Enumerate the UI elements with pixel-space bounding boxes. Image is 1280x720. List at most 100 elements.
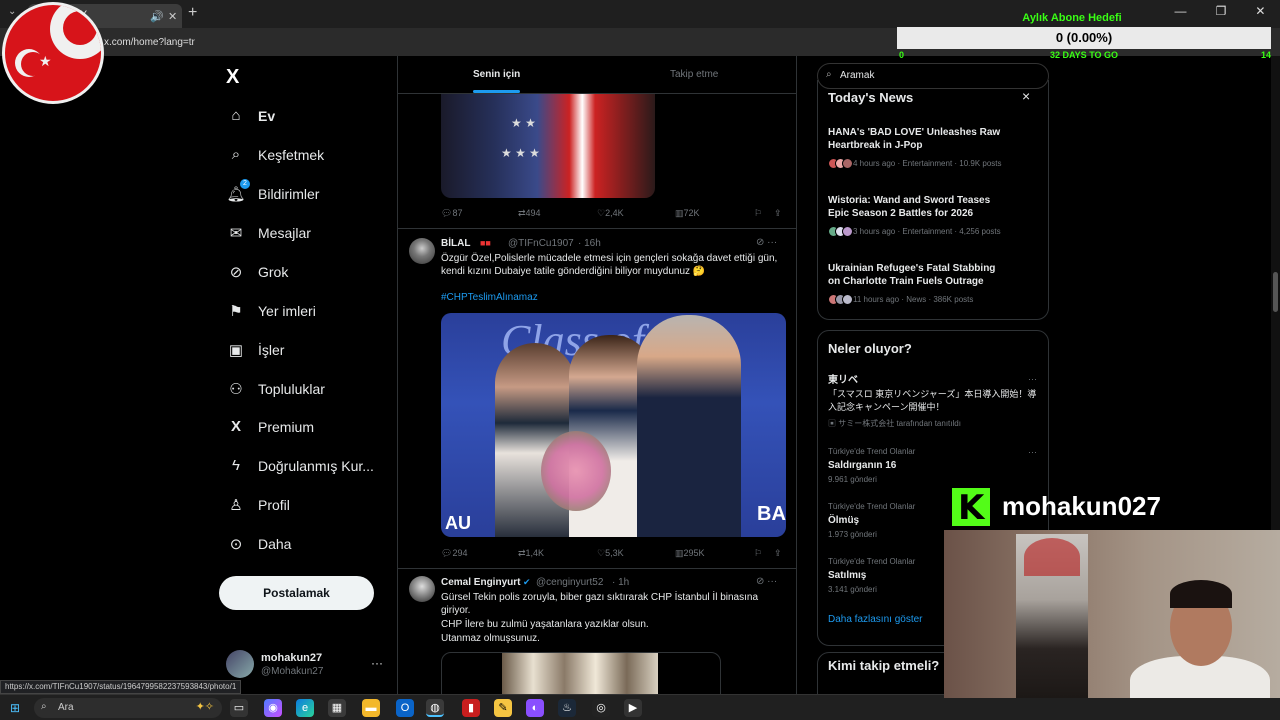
account-handle: @Mohakun27: [261, 666, 324, 677]
nav-item-communities[interactable]: ⚇ Topluluklar: [226, 380, 325, 398]
media-player-icon[interactable]: ▶: [624, 699, 642, 717]
tweet-time[interactable]: · 1h: [612, 577, 629, 588]
share-icon[interactable]: ⇪: [774, 208, 782, 219]
app-icon[interactable]: ▮: [462, 699, 480, 717]
url-text[interactable]: x.com/home?lang=tr: [104, 37, 195, 48]
briefcase-icon: ▣: [228, 342, 244, 359]
news-item-title[interactable]: HANA's 'BAD LOVE' Unleashes Raw Heartbre…: [828, 126, 1008, 152]
x-icon: X: [230, 418, 241, 435]
tweet-author-handle[interactable]: @cenginyurt52: [536, 577, 603, 588]
avatar-stack: [828, 226, 853, 237]
x-logo[interactable]: X: [226, 66, 239, 89]
app-icon[interactable]: ✎: [494, 699, 512, 717]
trend-context: Türkiye'de Trend Olanlar: [828, 557, 916, 566]
close-icon[interactable]: ×: [1022, 88, 1030, 104]
nav-item-more[interactable]: ⊙ Daha: [226, 535, 292, 553]
nav-item-messages[interactable]: ✉ Mesajlar: [226, 224, 311, 242]
tweet-author-name[interactable]: Cemal Enginyurt: [441, 577, 520, 588]
nav-item-premium[interactable]: X Premium: [226, 418, 314, 435]
views-count[interactable]: ▥ 72K: [675, 208, 700, 219]
avatar[interactable]: [409, 238, 435, 264]
copilot-icon[interactable]: ◉: [264, 699, 282, 717]
trend-name[interactable]: Ölmüş: [828, 514, 859, 527]
tab-following[interactable]: Takip etme: [670, 69, 718, 80]
file-explorer-icon[interactable]: ▬: [362, 699, 380, 717]
mail-icon: ✉: [229, 225, 243, 242]
avatar[interactable]: [409, 576, 435, 602]
tweet-author-name[interactable]: BİLAL: [441, 238, 470, 249]
more-dots-icon[interactable]: ···: [1028, 447, 1037, 457]
news-item-meta: 3 hours ago · Entertainment · 4,256 post…: [828, 226, 1001, 237]
panel-title: Today's News: [828, 90, 914, 105]
app-icon[interactable]: ◐: [526, 699, 544, 717]
tab-audio-icon[interactable]: 🔊: [150, 10, 164, 23]
share-icon[interactable]: ⇪: [774, 548, 782, 559]
news-item-title[interactable]: Ukrainian Refugee's Fatal Stabbing on Ch…: [828, 262, 1008, 288]
obs-icon[interactable]: ◎: [592, 699, 610, 717]
task-view-icon[interactable]: ▭: [230, 699, 248, 717]
flag-emoji-icon: ■■: [480, 238, 491, 248]
views-count[interactable]: ▥ 295K: [675, 548, 705, 559]
promo-label: ▣ サミー株式会社 tarafından tanıtıldı: [828, 419, 961, 428]
repost-button[interactable]: ⇄ 494: [518, 208, 541, 219]
bookmark-icon[interactable]: ⚐: [754, 548, 762, 559]
show-more-link[interactable]: Daha fazlasını göster: [828, 614, 923, 625]
trend-name[interactable]: Satılmış: [828, 569, 866, 582]
new-tab-button[interactable]: +: [188, 4, 197, 22]
promo-text: 「スマスロ 東京リベンジャーズ」本日導入開始！導入記念キャンペーン開催中！: [828, 389, 1037, 412]
tweet-time[interactable]: · 16h: [578, 238, 601, 249]
windows-start-icon[interactable]: ⊞: [10, 701, 20, 715]
grok-icon[interactable]: ⊘ ···: [756, 576, 777, 587]
post-button[interactable]: Postalamak: [219, 576, 374, 610]
sub-goal-min: 0: [899, 50, 905, 60]
nav-item-profile[interactable]: ♙ Profil: [226, 496, 290, 514]
reply-button[interactable]: 💬︎ 87: [441, 208, 462, 219]
people-icon: ⚇: [229, 381, 243, 398]
edge-icon[interactable]: e: [296, 699, 314, 717]
nav-item-home[interactable]: ⌂ Ev: [226, 107, 275, 124]
todays-news-panel: Today's News × HANA's 'BAD LOVE' Unleash…: [817, 80, 1049, 320]
search-icon: ⌕: [41, 701, 47, 712]
tweet-text: CHP İlere bu zulmü yaşatanlara yazıklar …: [441, 619, 649, 630]
apps-icon[interactable]: ▦: [328, 699, 346, 717]
tweet-photo[interactable]: Class of 202 AU BA: [441, 313, 786, 537]
trend-context: Türkiye'de Trend Olanlar: [828, 447, 916, 456]
steam-icon[interactable]: ♨: [558, 699, 576, 717]
repost-button[interactable]: ⇄ 1,4K: [518, 548, 544, 559]
taskbar-search[interactable]: ⌕ Ara ✦✧: [34, 698, 222, 718]
sparkle-icon: ✦✧: [195, 701, 214, 713]
nav-item-jobs[interactable]: ▣ İşler: [226, 341, 285, 359]
tweet-photo[interactable]: [441, 652, 721, 696]
chrome-icon[interactable]: ◍: [426, 699, 444, 717]
tab-close-icon[interactable]: ✕: [168, 10, 177, 23]
search-icon: ⌕: [826, 69, 832, 80]
tweet-image-flag[interactable]: ★ ★ ★ ★ ★: [441, 94, 655, 198]
person-icon: ♙: [229, 497, 243, 514]
hashtag-link[interactable]: #CHPTeslimAlınamaz: [441, 292, 538, 303]
nav-item-notifications[interactable]: 🔔︎ 2 Bildirimler: [226, 179, 319, 203]
like-button[interactable]: ♡ 5,3K: [597, 548, 624, 559]
grok-icon[interactable]: ⊘ ···: [756, 237, 777, 248]
trend-name[interactable]: 東リベ: [828, 374, 858, 387]
account-switcher[interactable]: mohakun27 @Mohakun27 ···: [226, 650, 386, 680]
more-dots-icon[interactable]: ···: [1028, 374, 1037, 384]
outlook-icon[interactable]: O: [396, 699, 414, 717]
bookmark-icon[interactable]: ⚐: [754, 208, 762, 219]
tweet-actions: 💬︎ 87 ⇄ 494 ♡ 2,4K ▥ 72K ⚐ ⇪: [441, 208, 786, 222]
nav-item-bookmarks[interactable]: ⚑ Yer imleri: [226, 302, 316, 320]
timeline[interactable]: Senin için Takip etme ★ ★ ★ ★ ★ 💬︎ 87 ⇄ …: [397, 56, 797, 696]
nav-item-grok[interactable]: ⊘ Grok: [226, 263, 289, 281]
nav-item-explore[interactable]: ⌕ Keşfetmek: [226, 146, 324, 163]
more-dots-icon[interactable]: ···: [371, 656, 383, 670]
timeline-tabs: Senin için Takip etme: [398, 56, 796, 94]
trend-name[interactable]: Saldırganın 16: [828, 459, 896, 472]
status-url: https://x.com/TIFnCu1907/status/19647995…: [0, 680, 242, 694]
like-button[interactable]: ♡ 2,4K: [597, 208, 624, 219]
tweet-author-handle[interactable]: @TIFnCu1907: [508, 238, 574, 249]
tab-for-you[interactable]: Senin için: [473, 69, 520, 80]
reply-button[interactable]: 💬︎ 294: [441, 548, 467, 559]
nav-label: Grok: [258, 264, 289, 280]
nav-item-verified-orgs[interactable]: ϟ Doğrulanmış Kur...: [226, 457, 374, 474]
news-item-title[interactable]: Wistoria: Wand and Sword Teases Epic Sea…: [828, 194, 1008, 220]
tab-list-chevron-icon[interactable]: ⌄: [8, 6, 16, 17]
